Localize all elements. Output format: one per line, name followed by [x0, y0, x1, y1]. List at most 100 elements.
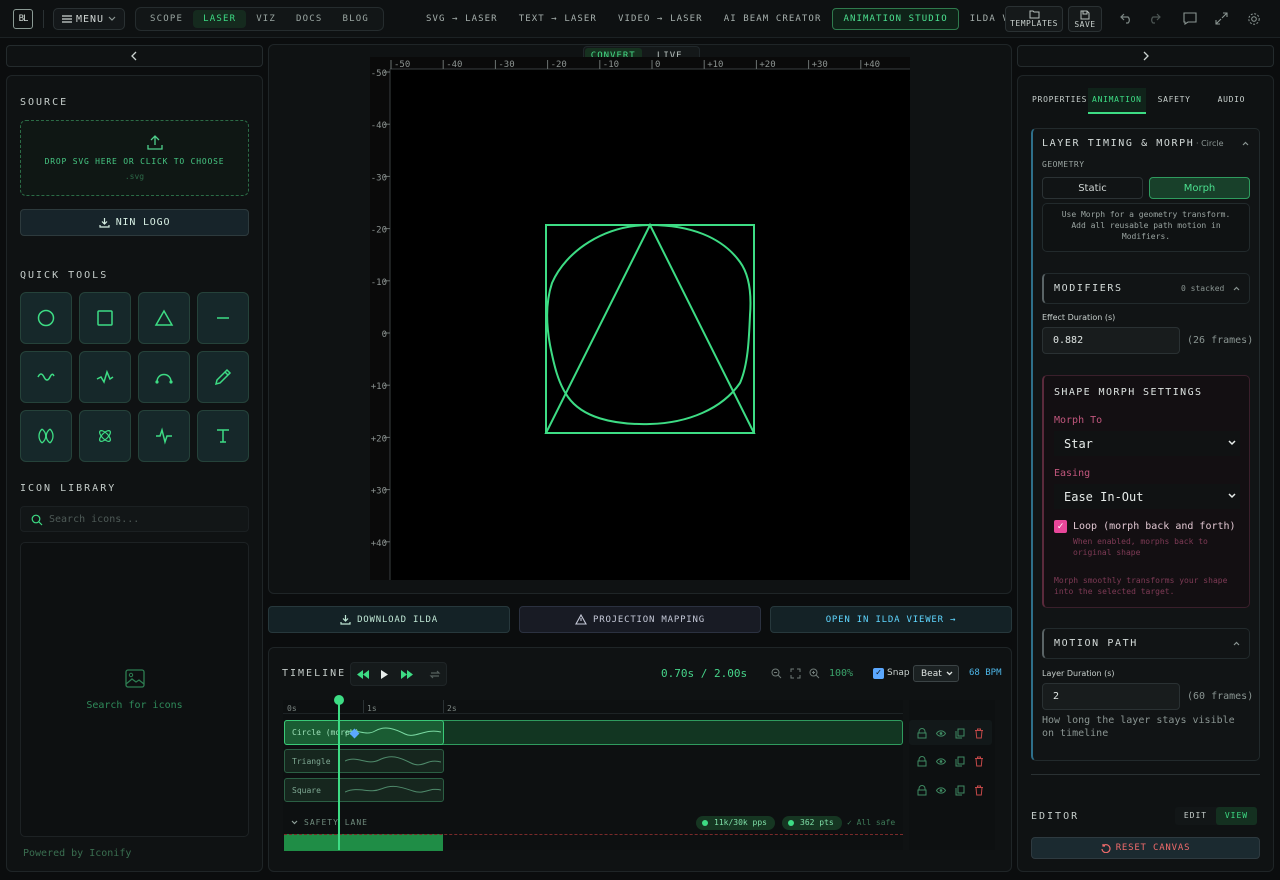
playhead-handle[interactable] [334, 695, 344, 705]
nav-svg-laser[interactable]: SVG → LASER [416, 9, 508, 29]
eye-icon[interactable] [936, 728, 946, 739]
tab-audio[interactable]: AUDIO [1203, 88, 1260, 114]
zoom-in-icon[interactable] [809, 668, 820, 679]
laser-preview[interactable]: -50 -40 -30 -20 -10 0 +10 +20 +30 +40 -50 -40 -30 -20… [370, 57, 910, 580]
mode-viz[interactable]: VIZ [246, 10, 286, 28]
fast-forward-icon[interactable] [401, 670, 413, 679]
safety-lane-label: SAFETY LANE [304, 818, 368, 827]
trash-icon[interactable] [974, 728, 984, 739]
nav-animation-studio[interactable]: ANIMATION STUDIO [832, 8, 959, 30]
modifiers-title: MODIFIERS [1054, 283, 1123, 294]
duplicate-icon[interactable] [955, 756, 965, 767]
svg-dropzone[interactable]: DROP SVG HERE OR CLICK TO CHOOSE .svg [20, 120, 249, 196]
tool-square[interactable] [79, 292, 131, 344]
property-tabs: PROPERTIES ANIMATION SAFETY AUDIO [1031, 88, 1260, 114]
tool-wave[interactable] [20, 351, 72, 403]
play-icon[interactable] [380, 670, 389, 679]
loop-checkbox[interactable]: ✓ [1054, 520, 1067, 533]
ruler-0s: 0s [287, 704, 297, 713]
geometry-static[interactable]: Static [1042, 177, 1143, 199]
effect-duration-input[interactable]: 0.882 [1042, 327, 1180, 354]
tab-animation[interactable]: ANIMATION [1088, 88, 1146, 114]
geometry-label: GEOMETRY [1042, 160, 1085, 169]
tab-safety[interactable]: SAFETY [1146, 88, 1203, 114]
templates-button[interactable]: TEMPLATES [1005, 6, 1063, 32]
projection-mapping-label: PROJECTION MAPPING [593, 614, 705, 625]
fit-icon[interactable] [790, 668, 801, 679]
mode-scope[interactable]: SCOPE [140, 10, 193, 28]
snap-checkbox[interactable]: ✓ [873, 668, 884, 679]
nin-logo-button[interactable]: NIN LOGO [20, 209, 249, 236]
chevron-up-icon[interactable] [1242, 141, 1249, 146]
download-ilda-button[interactable]: DOWNLOAD ILDA [268, 606, 510, 633]
playhead[interactable] [338, 700, 340, 850]
save-button[interactable]: SAVE [1068, 6, 1102, 32]
nav-ai-beam-creator[interactable]: AI BEAM CREATOR [714, 9, 832, 29]
geometry-morph[interactable]: Morph [1149, 177, 1250, 199]
tool-triangle[interactable] [138, 292, 190, 344]
hamburger-icon [61, 15, 72, 23]
lock-icon[interactable] [917, 728, 927, 739]
nav-video-laser[interactable]: VIDEO → LASER [608, 9, 713, 29]
trash-icon[interactable] [974, 785, 984, 796]
clip-triangle[interactable]: Triangle [284, 749, 444, 773]
clip-square[interactable]: Square [284, 778, 444, 802]
tool-text[interactable] [197, 410, 249, 462]
tool-pencil[interactable] [197, 351, 249, 403]
easing-select[interactable]: Ease In-Out [1054, 484, 1240, 509]
right-collapse-button[interactable] [1017, 45, 1274, 67]
eye-icon[interactable] [936, 785, 946, 796]
tab-properties[interactable]: PROPERTIES [1031, 88, 1088, 114]
undo-icon[interactable] [1120, 13, 1133, 24]
gear-icon[interactable] [1247, 12, 1261, 26]
chevron-down-icon[interactable] [291, 820, 298, 825]
motion-path-header[interactable]: MOTION PATH [1042, 628, 1250, 659]
layer-duration-input[interactable]: 2 [1042, 683, 1180, 710]
beat-select[interactable]: Beat [913, 665, 959, 682]
zoom-out-icon[interactable] [771, 668, 782, 679]
editor-edit[interactable]: EDIT [1175, 807, 1216, 825]
trash-icon[interactable] [974, 756, 984, 767]
lock-icon[interactable] [917, 756, 927, 767]
rewind-icon[interactable] [357, 670, 369, 679]
duplicate-icon[interactable] [955, 785, 965, 796]
menu-button[interactable]: MENU [53, 8, 125, 30]
modifiers-header[interactable]: MODIFIERS 0 stacked [1042, 273, 1250, 304]
tool-circle[interactable] [20, 292, 72, 344]
expand-icon[interactable] [1215, 12, 1228, 25]
divider [43, 10, 44, 28]
icon-search-input[interactable]: Search icons... [20, 506, 249, 532]
projection-mapping-button[interactable]: PROJECTION MAPPING [519, 606, 761, 633]
open-ilda-viewer-button[interactable]: OPEN IN ILDA VIEWER → [770, 606, 1012, 633]
dropzone-ext: .svg [124, 172, 145, 181]
tool-zigzag[interactable] [79, 351, 131, 403]
safety-bar [284, 834, 443, 851]
tool-line[interactable] [197, 292, 249, 344]
timeline-time: 0.70s / 2.00s [661, 667, 748, 680]
search-icon [31, 514, 43, 526]
nav-text-laser[interactable]: TEXT → LASER [509, 9, 607, 29]
tool-lissajous[interactable] [20, 410, 72, 462]
redo-icon[interactable] [1148, 13, 1161, 24]
morph-to-select[interactable]: Star [1054, 431, 1240, 456]
comment-icon[interactable] [1183, 12, 1197, 25]
lock-icon[interactable] [917, 785, 927, 796]
mode-docs[interactable]: DOCS [286, 10, 332, 28]
tool-pulse[interactable] [138, 410, 190, 462]
duplicate-icon[interactable] [955, 728, 965, 739]
clip-circle[interactable]: Circle (morph) [284, 720, 444, 745]
app-logo[interactable]: BL [13, 9, 33, 29]
tool-spirograph[interactable] [79, 410, 131, 462]
tool-arc[interactable] [138, 351, 190, 403]
spirograph-icon [99, 430, 111, 442]
save-icon [1080, 10, 1090, 19]
square-icon [97, 310, 113, 326]
left-collapse-button[interactable] [6, 45, 263, 67]
nin-logo-label: NIN LOGO [115, 217, 171, 228]
loop-icon[interactable] [429, 669, 441, 680]
editor-view[interactable]: VIEW [1216, 807, 1257, 825]
mode-laser[interactable]: LASER [193, 10, 247, 28]
eye-icon[interactable] [936, 756, 946, 767]
mode-blog[interactable]: BLOG [333, 10, 379, 28]
reset-canvas-button[interactable]: RESET CANVAS [1031, 837, 1260, 859]
